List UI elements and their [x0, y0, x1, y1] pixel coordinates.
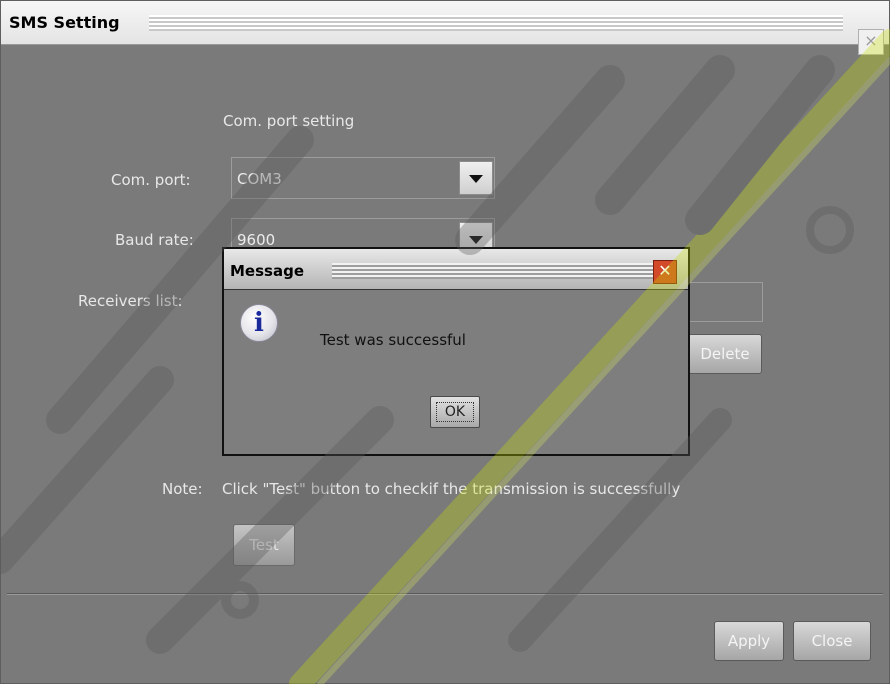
- com-port-label: Com. port:: [111, 171, 191, 189]
- dialog-message: Test was successful: [320, 331, 466, 349]
- window-titlebar[interactable]: SMS Setting: [1, 1, 889, 45]
- com-port-select[interactable]: COM3: [231, 157, 495, 199]
- dialog-titlebar-stripes: [332, 263, 658, 279]
- dialog-title: Message: [230, 262, 304, 280]
- ok-button[interactable]: OK: [430, 396, 480, 428]
- window-title: SMS Setting: [9, 13, 120, 32]
- delete-button[interactable]: Delete: [688, 334, 762, 374]
- com-port-setting-heading: Com. port setting: [223, 112, 355, 130]
- com-port-value: COM3: [237, 170, 282, 188]
- test-button[interactable]: Test: [233, 524, 295, 566]
- window-close-button[interactable]: ×: [858, 29, 884, 55]
- note-label: Note:: [162, 480, 203, 498]
- receivers-list-label: Receivers list:: [78, 292, 183, 310]
- baud-rate-label: Baud rate:: [115, 231, 194, 249]
- ok-button-label: OK: [436, 402, 474, 422]
- note-text: Click "Test" button to checkif the trans…: [222, 480, 681, 498]
- dialog-titlebar[interactable]: Message ✕: [224, 249, 688, 290]
- titlebar-stripes: [149, 15, 843, 31]
- close-button[interactable]: Close: [793, 621, 871, 661]
- footer-divider: [7, 593, 883, 594]
- dialog-close-button[interactable]: ✕: [653, 260, 677, 284]
- info-icon: i: [240, 304, 278, 342]
- chevron-down-icon[interactable]: [459, 161, 493, 195]
- message-dialog: Message ✕ i Test was successful OK: [222, 247, 690, 456]
- apply-button[interactable]: Apply: [714, 621, 784, 661]
